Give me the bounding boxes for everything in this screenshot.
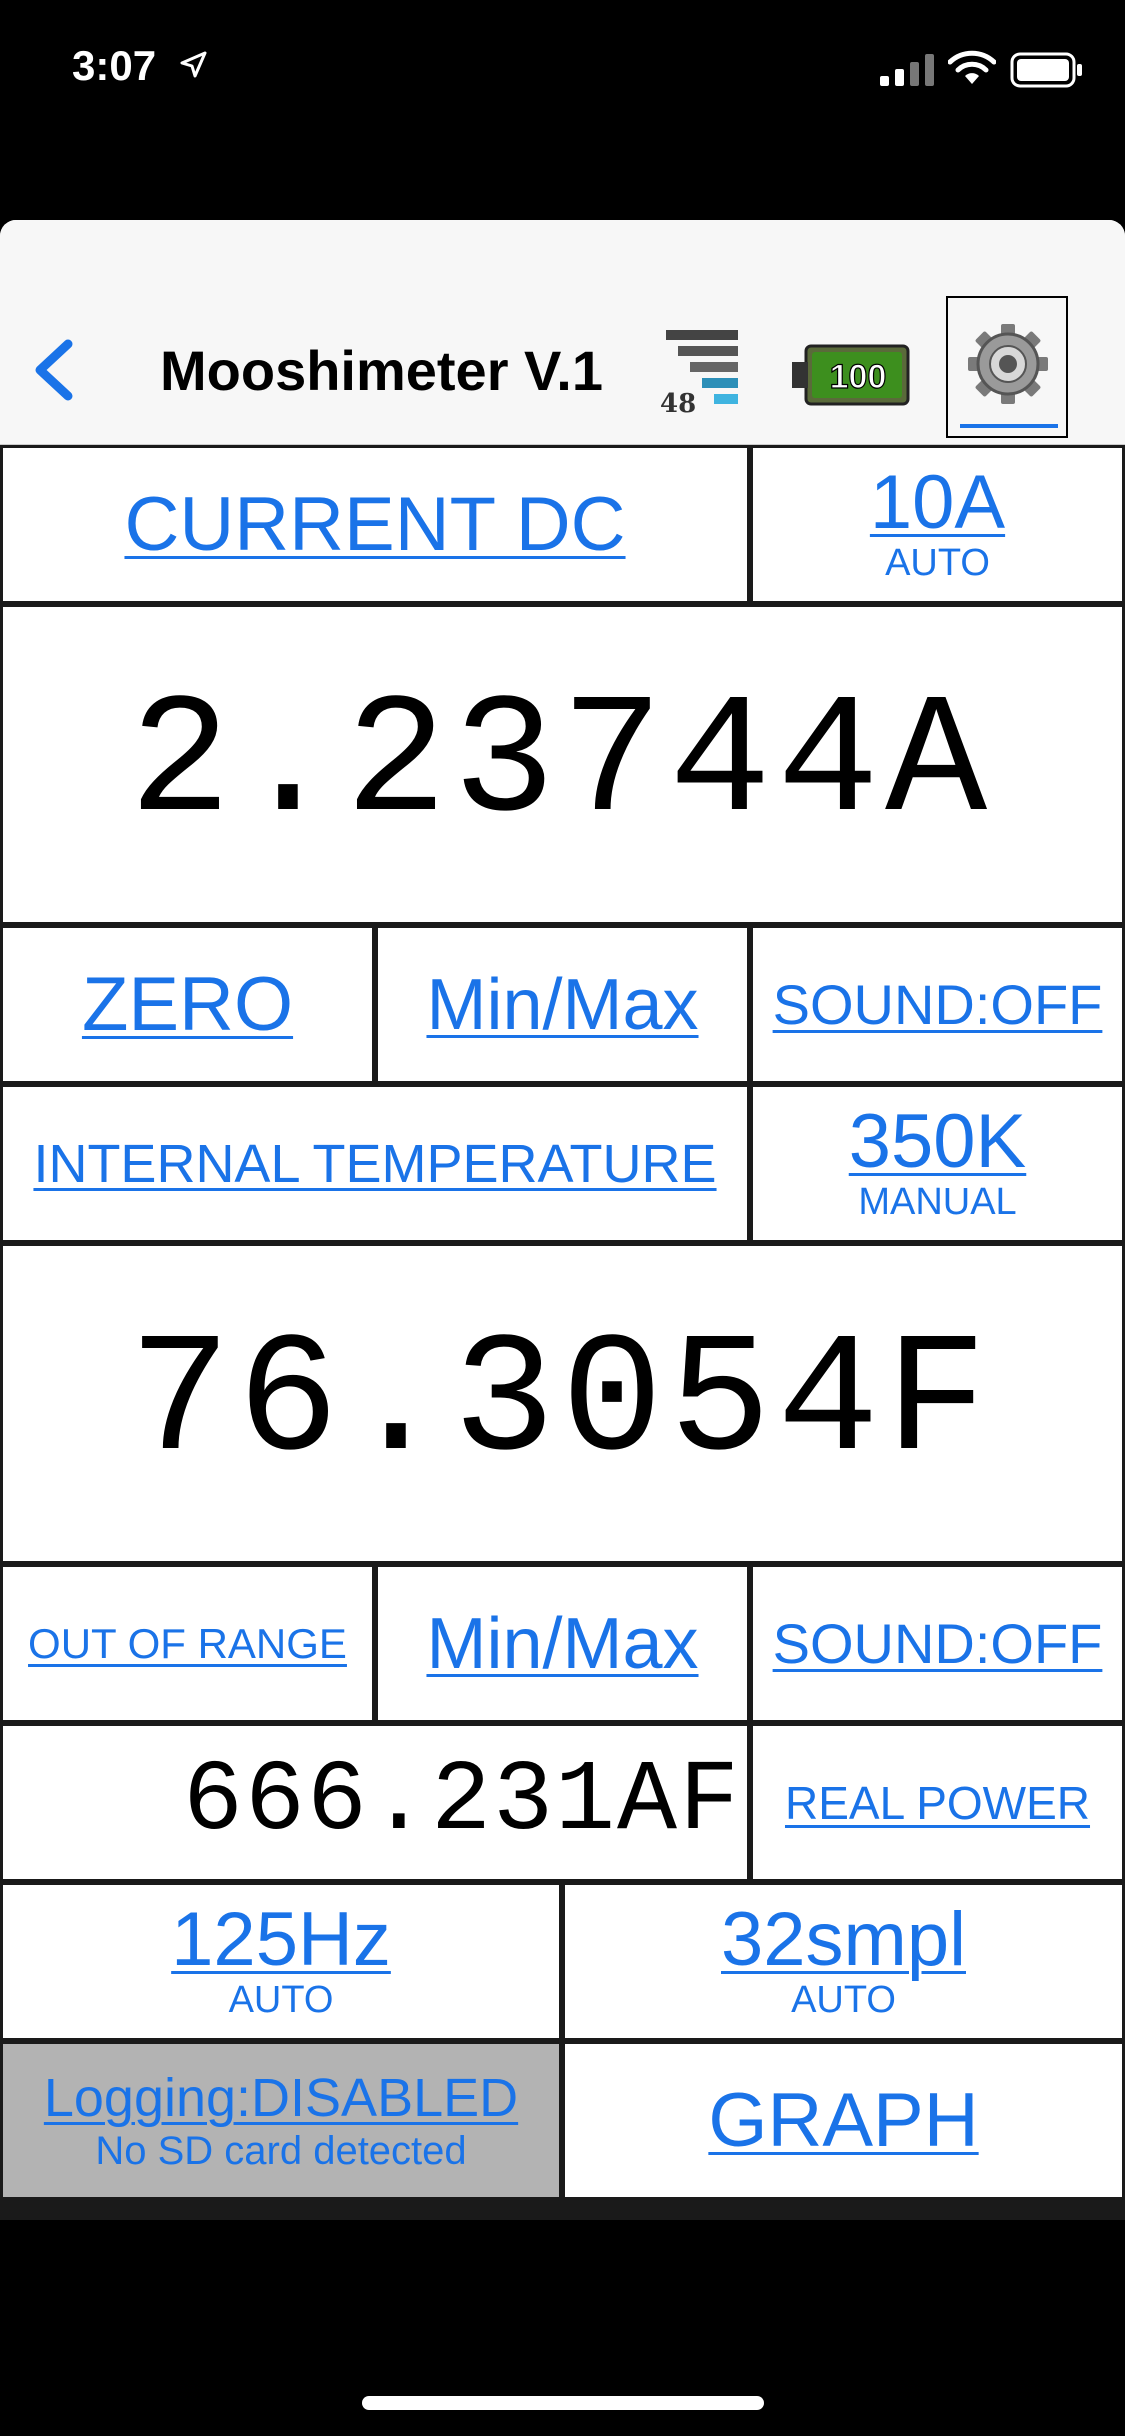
channel2-minmax-label: Min/Max xyxy=(426,1603,699,1684)
location-arrow-icon xyxy=(180,51,207,78)
channel1-mode-button[interactable]: CURRENT DC xyxy=(3,448,747,601)
math-function-label: REAL POWER xyxy=(784,1776,1091,1829)
channel2-minmax-button[interactable]: Min/Max xyxy=(378,1567,747,1720)
buffer-depth-button[interactable]: 32smpl AUTO xyxy=(565,1885,1122,2038)
battery-icon xyxy=(1010,52,1082,88)
home-indicator[interactable] xyxy=(362,2396,764,2410)
signal-strength-icon: 48 xyxy=(660,330,738,416)
math-reading-display: 666.231AF xyxy=(3,1726,747,1879)
channel2-range-mode: MANUAL xyxy=(858,1181,1017,1223)
back-chevron-icon[interactable] xyxy=(24,330,84,410)
channel1-reading-display: 2.23744A xyxy=(3,607,1122,922)
channel2-mode-button[interactable]: INTERNAL TEMPERATURE xyxy=(3,1087,747,1240)
meter-panel: Mooshimeter V.1 48 100 CURRENT DC 10A AU… xyxy=(0,220,1125,2220)
channel2-sound-button[interactable]: SOUND:OFF xyxy=(753,1567,1122,1720)
gear-icon xyxy=(960,324,1058,428)
meter-battery-value: 100 xyxy=(830,358,887,396)
logging-label: Logging:DISABLED xyxy=(43,2068,519,2128)
navigation-bar: Mooshimeter V.1 48 100 xyxy=(0,220,1125,445)
channel2-sound-label: SOUND:OFF xyxy=(772,1612,1103,1675)
channel1-sound-label: SOUND:OFF xyxy=(772,973,1103,1036)
channel1-mode-label: CURRENT DC xyxy=(124,482,626,567)
channel2-reading: 76.3054F xyxy=(129,1307,994,1500)
channel1-range-label: 10A xyxy=(869,460,1006,545)
sample-rate-label: 125Hz xyxy=(171,1897,391,1982)
buffer-depth-label: 32smpl xyxy=(721,1897,966,1982)
channel1-reading: 2.23744A xyxy=(129,668,994,861)
signal-strength-value: 48 xyxy=(660,389,696,416)
channel1-sound-button[interactable]: SOUND:OFF xyxy=(753,928,1122,1081)
status-time: 3:07 xyxy=(72,42,157,89)
channel1-minmax-button[interactable]: Min/Max xyxy=(378,928,747,1081)
logging-button[interactable]: Logging:DISABLED No SD card detected xyxy=(3,2044,559,2197)
buffer-depth-mode: AUTO xyxy=(791,1979,896,2021)
out-of-range-label: OUT OF RANGE xyxy=(28,1619,347,1667)
zero-button[interactable]: ZERO xyxy=(3,928,372,1081)
page-title: Mooshimeter V.1 xyxy=(160,339,603,402)
meter-battery-icon: 100 xyxy=(792,344,910,406)
cellular-signal-icon xyxy=(880,54,934,86)
channel2-mode-label: INTERNAL TEMPERATURE xyxy=(33,1133,717,1194)
channel2-range-button[interactable]: 350K MANUAL xyxy=(753,1087,1122,1240)
graph-label: GRAPH xyxy=(708,2078,979,2163)
zero-label: ZERO xyxy=(81,962,294,1047)
settings-button[interactable] xyxy=(946,296,1068,438)
math-function-button[interactable]: REAL POWER xyxy=(753,1726,1122,1879)
graph-button[interactable]: GRAPH xyxy=(565,2044,1122,2197)
sample-rate-mode: AUTO xyxy=(228,1979,334,2021)
logging-status: No SD card detected xyxy=(95,2129,467,2173)
channel1-range-mode: AUTO xyxy=(885,542,990,584)
channel1-range-button[interactable]: 10A AUTO xyxy=(753,448,1122,601)
channel2-range-status[interactable]: OUT OF RANGE xyxy=(3,1567,372,1720)
status-bar: 3:07 xyxy=(0,0,1125,140)
sample-rate-button[interactable]: 125Hz AUTO xyxy=(3,1885,559,2038)
wifi-icon xyxy=(948,50,996,84)
channel2-reading-display: 76.3054F xyxy=(3,1246,1122,1561)
channel1-minmax-label: Min/Max xyxy=(426,964,699,1045)
math-reading: 666.231AF xyxy=(182,1746,741,1859)
channel2-range-label: 350K xyxy=(848,1099,1027,1184)
